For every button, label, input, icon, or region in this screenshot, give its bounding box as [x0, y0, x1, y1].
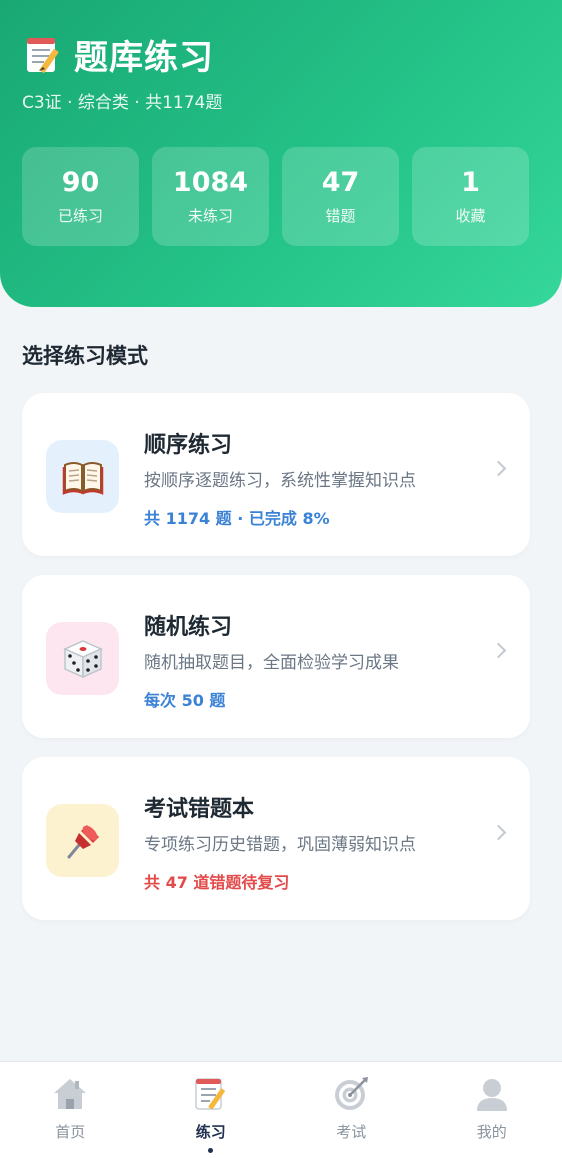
stat-wrong[interactable]: 47 错题 [282, 147, 399, 246]
chevron-right-icon [491, 825, 507, 841]
target-icon [332, 1075, 370, 1113]
dice-icon [61, 637, 105, 681]
stat-unpracticed[interactable]: 1084 未练习 [152, 147, 269, 246]
tab-label: 首页 [55, 1121, 85, 1142]
mode-icon-box [46, 622, 119, 695]
page-title: 题库练习 [74, 30, 214, 79]
section-title: 选择练习模式 [22, 340, 148, 370]
bottom-tab-bar: 首页 练习 考试 我的 [0, 1061, 562, 1158]
stat-value: 47 [322, 167, 360, 199]
stat-label: 已练习 [58, 205, 103, 226]
stat-label: 收藏 [455, 205, 485, 226]
tab-label: 我的 [477, 1121, 507, 1142]
memo-icon [192, 1075, 230, 1113]
mode-icon-box [46, 440, 119, 513]
mode-description: 随机抽取题目，全面检验学习成果 [144, 648, 399, 673]
stat-favorites[interactable]: 1 收藏 [412, 147, 529, 246]
pushpin-icon [61, 819, 105, 863]
tab-label: 练习 [196, 1121, 226, 1142]
mode-icon-box [46, 804, 119, 877]
mode-meta: 共 1174 题 · 已完成 8% [144, 505, 330, 529]
page-subtitle: C3证 · 综合类 · 共1174题 [22, 88, 222, 113]
active-tab-indicator [208, 1148, 213, 1153]
header-banner: 题库练习 C3证 · 综合类 · 共1174题 90 已练习 1084 未练习 … [0, 0, 562, 307]
mode-meta: 每次 50 题 [144, 687, 225, 711]
tab-home[interactable]: 首页 [0, 1062, 141, 1158]
user-icon [473, 1075, 511, 1113]
title-row: 题库练习 [22, 30, 214, 79]
mode-card-wrong-book[interactable]: 考试错题本 专项练习历史错题，巩固薄弱知识点 共 47 道错题待复习 [22, 757, 530, 920]
book-icon [61, 455, 105, 499]
memo-icon [22, 34, 64, 76]
mode-card-sequential[interactable]: 顺序练习 按顺序逐题练习，系统性掌握知识点 共 1174 题 · 已完成 8% [22, 393, 530, 556]
stats-row: 90 已练习 1084 未练习 47 错题 1 收藏 [22, 147, 529, 246]
stat-practiced[interactable]: 90 已练习 [22, 147, 139, 246]
mode-meta: 共 47 道错题待复习 [144, 869, 289, 893]
stat-label: 错题 [325, 205, 355, 226]
mode-description: 按顺序逐题练习，系统性掌握知识点 [144, 466, 416, 491]
mode-description: 专项练习历史错题，巩固薄弱知识点 [144, 830, 416, 855]
tab-label: 考试 [336, 1121, 366, 1142]
mode-card-random[interactable]: 随机练习 随机抽取题目，全面检验学习成果 每次 50 题 [22, 575, 530, 738]
mode-title: 随机练习 [144, 609, 232, 641]
stat-label: 未练习 [188, 205, 233, 226]
mode-title: 考试错题本 [144, 791, 254, 823]
tab-mine[interactable]: 我的 [422, 1062, 562, 1158]
stat-value: 1 [461, 167, 480, 199]
stat-value: 1084 [173, 167, 248, 199]
mode-title: 顺序练习 [144, 427, 232, 459]
tab-practice[interactable]: 练习 [141, 1062, 282, 1158]
chevron-right-icon [491, 461, 507, 477]
house-icon [51, 1075, 89, 1113]
chevron-right-icon [491, 643, 507, 659]
stat-value: 90 [62, 167, 100, 199]
tab-exam[interactable]: 考试 [281, 1062, 422, 1158]
